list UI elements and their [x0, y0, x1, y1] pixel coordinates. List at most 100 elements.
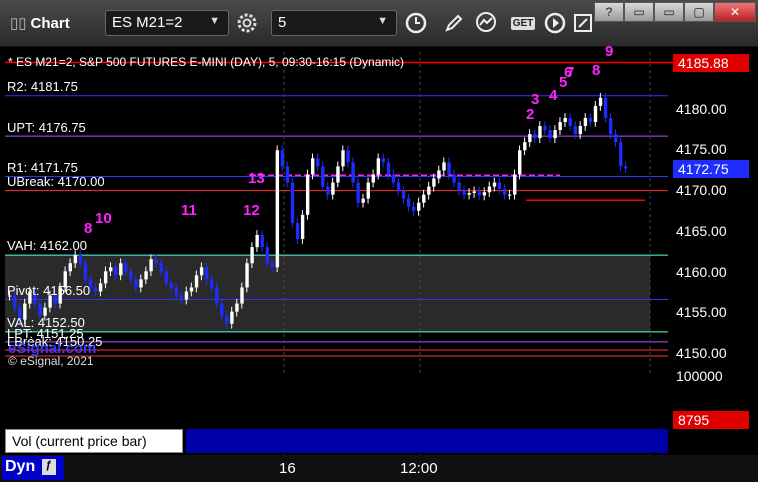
- dynamic-button[interactable]: Dyn ƒ: [2, 456, 64, 480]
- count-label: 9: [605, 43, 614, 60]
- price-tick: 4175.00: [676, 141, 727, 157]
- candle-body: [184, 291, 189, 300]
- candle-body: [447, 162, 451, 175]
- price-tick: 4170.00: [676, 182, 727, 198]
- volume-pane[interactable]: [5, 375, 749, 427]
- price-tick: 4160.00: [676, 264, 727, 280]
- candle-body: [341, 150, 345, 167]
- time-tick: 16: [279, 460, 296, 477]
- count-label: 12: [243, 202, 260, 219]
- candle-body: [472, 191, 476, 194]
- candle-body: [371, 174, 375, 183]
- candle-body: [68, 263, 72, 272]
- volume-study-label[interactable]: Vol (current price bar): [5, 429, 183, 453]
- candle-body: [406, 198, 411, 207]
- level-label-r2: R2: 4181.75: [7, 79, 78, 94]
- candle-body: [593, 105, 598, 123]
- candle-body: [149, 259, 153, 272]
- candle-body: [78, 255, 83, 264]
- chart-header: * ES M21=2, S&P 500 FUTURES E-MINI (DAY)…: [8, 55, 405, 69]
- candle-body: [103, 271, 108, 284]
- candle-body: [492, 182, 497, 187]
- candle-body: [502, 188, 507, 195]
- value-area-shade: [5, 255, 650, 332]
- candle-body: [346, 150, 350, 163]
- count-label: 13: [248, 170, 265, 187]
- candle-body: [119, 263, 123, 276]
- candle-body: [270, 263, 274, 268]
- count-label: 7: [566, 64, 575, 81]
- candle-body: [290, 182, 295, 223]
- candle-body: [452, 174, 456, 183]
- candle-body: [93, 287, 98, 292]
- candle-body: [381, 158, 386, 163]
- candle-body: [285, 166, 290, 183]
- price-tick: 4180.00: [676, 101, 727, 117]
- candle-body: [114, 267, 118, 276]
- candle-body: [124, 263, 128, 272]
- close-icon[interactable]: ✕: [171, 429, 181, 443]
- candle-body: [548, 130, 552, 139]
- candle-body: [457, 182, 461, 191]
- candle-body: [386, 162, 391, 175]
- count-label: 2: [526, 106, 535, 123]
- candle-body: [245, 263, 249, 288]
- candle-body: [361, 198, 365, 203]
- candle-body: [83, 263, 88, 280]
- candle-body: [614, 134, 618, 143]
- candle-body: [321, 166, 325, 187]
- candle-body: [356, 182, 360, 203]
- candle-body: [280, 150, 285, 167]
- level-label-upt: UPT: 4176.75: [7, 120, 86, 135]
- candle-body: [305, 174, 310, 215]
- candle-body: [588, 117, 593, 123]
- candle-body: [497, 182, 502, 189]
- candle-body: [528, 134, 532, 143]
- candle-body: [159, 263, 163, 272]
- candle-body: [139, 279, 143, 288]
- candle-body: [144, 271, 148, 280]
- candle-body: [134, 279, 138, 288]
- level-label-vah: VAH: 4162.00: [7, 238, 87, 253]
- candle-body: [603, 97, 608, 118]
- candle-body: [331, 182, 335, 195]
- price-tick: 4165.00: [676, 223, 727, 239]
- candle-body: [255, 234, 259, 248]
- candle-body: [417, 202, 421, 211]
- candle-body: [129, 271, 133, 280]
- candle-body: [401, 190, 406, 199]
- candle-body: [336, 166, 340, 183]
- candle-body: [432, 178, 436, 187]
- volume-label-bar: [186, 429, 668, 453]
- candle-body: [154, 259, 158, 264]
- price-tick: 4155.00: [676, 304, 727, 320]
- candle-body: [260, 234, 264, 248]
- volume-tick: 100000: [676, 368, 723, 384]
- candle-body: [578, 126, 583, 135]
- candle-body: [169, 283, 173, 288]
- price-tick: 4150.00: [676, 345, 727, 361]
- count-label: 8: [84, 220, 93, 237]
- candle-body: [507, 194, 512, 196]
- candle-body: [467, 193, 471, 195]
- count-label: 8: [592, 62, 601, 79]
- copyright: © eSignal, 2021: [8, 354, 94, 368]
- candle-body: [179, 295, 184, 300]
- candle-body: [109, 267, 113, 272]
- candle-body: [326, 186, 330, 195]
- candle-body: [199, 267, 204, 276]
- candle-body: [568, 117, 572, 127]
- count-label: 10: [95, 210, 112, 227]
- candle-body: [204, 267, 209, 280]
- candle-body: [225, 315, 229, 324]
- time-axis: [0, 455, 758, 482]
- candle-body: [194, 275, 199, 288]
- time-tick: 12:00: [400, 460, 438, 477]
- candle-body: [311, 158, 315, 175]
- candle-body: [477, 191, 482, 196]
- candle-body: [482, 192, 487, 196]
- candle-body: [533, 134, 537, 139]
- candle-body: [230, 311, 234, 324]
- candle-body: [250, 247, 254, 264]
- count-label: 4: [549, 87, 558, 104]
